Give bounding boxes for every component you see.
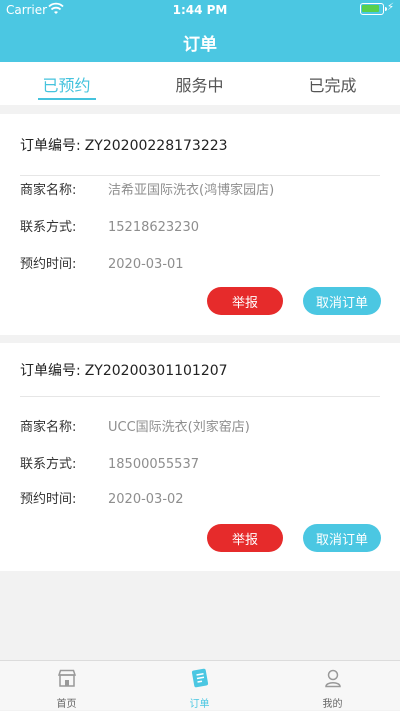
charging-icon: ⚡ <box>387 2 394 13</box>
tabbar-label: 我的 <box>266 695 399 710</box>
order-card: 订单编号:ZY20200301101207 商家名称:UCC国际洗衣(刘家窑店)… <box>0 343 400 571</box>
cancel-order-button[interactable]: 取消订单 <box>303 524 381 552</box>
merchant-row: 商家名称:UCC国际洗衣(刘家窑店) <box>20 416 250 435</box>
order-tabs: 已预约 服务中 已完成 <box>0 62 400 105</box>
tab-in-service[interactable]: 服务中 <box>133 62 266 105</box>
merchant-row: 商家名称:洁希亚国际洗衣(鸿博家园店) <box>20 179 274 198</box>
order-card: 订单编号:ZY20200228173223 商家名称:洁希亚国际洗衣(鸿博家园店… <box>0 114 400 335</box>
appointment-row: 预约时间:2020-03-02 <box>20 488 184 507</box>
divider <box>20 175 380 176</box>
header: Carrier 1:44 PM ⚡ 订单 <box>0 0 400 62</box>
contact-row: 联系方式:18500055537 <box>20 453 199 472</box>
bottom-tab-bar: 首页 订单 我的 <box>0 660 400 710</box>
clock: 1:44 PM <box>0 3 400 17</box>
contact-phone: 18500055537 <box>108 457 199 472</box>
report-button[interactable]: 举报 <box>207 287 283 315</box>
tabbar-item-profile[interactable]: 我的 <box>266 661 399 711</box>
order-number: 订单编号:ZY20200301101207 <box>20 360 228 380</box>
report-button[interactable]: 举报 <box>207 524 283 552</box>
divider <box>20 396 380 397</box>
tabbar-item-home[interactable]: 首页 <box>0 661 133 711</box>
cancel-order-button[interactable]: 取消订单 <box>303 287 381 315</box>
contact-phone: 15218623230 <box>108 220 199 235</box>
tabbar-item-orders[interactable]: 订单 <box>133 661 266 711</box>
appointment-date: 2020-03-01 <box>108 257 184 272</box>
tabbar-label: 订单 <box>133 695 266 710</box>
page-title: 订单 <box>0 30 400 55</box>
tab-completed[interactable]: 已完成 <box>266 62 399 105</box>
merchant-name: 洁希亚国际洗衣(鸿博家园店) <box>108 183 274 198</box>
appointment-date: 2020-03-02 <box>108 492 184 507</box>
battery-icon <box>360 3 384 15</box>
order-icon <box>190 668 210 688</box>
profile-icon <box>323 668 343 688</box>
active-tab-indicator <box>38 98 96 100</box>
store-icon <box>57 668 77 688</box>
status-bar: Carrier 1:44 PM ⚡ <box>0 0 400 22</box>
contact-row: 联系方式:15218623230 <box>20 216 199 235</box>
order-number: 订单编号:ZY20200228173223 <box>20 135 228 155</box>
appointment-row: 预约时间:2020-03-01 <box>20 253 184 272</box>
tabbar-label: 首页 <box>0 695 133 710</box>
merchant-name: UCC国际洗衣(刘家窑店) <box>108 420 250 435</box>
